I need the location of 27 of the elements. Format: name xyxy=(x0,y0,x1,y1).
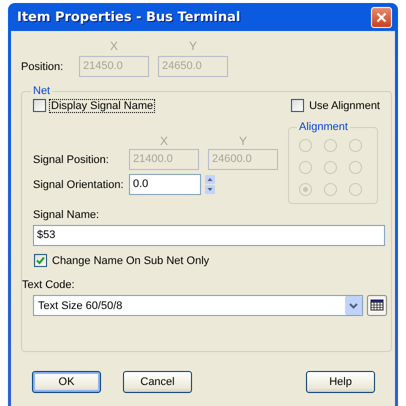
column-header: X xyxy=(108,39,119,53)
field-label: Signal Name: xyxy=(33,209,100,221)
checkbox-label: Change Name On Sub Net Only xyxy=(51,254,210,266)
window-title: Item Properties - Bus Terminal xyxy=(17,10,240,24)
column-header: Y xyxy=(238,134,248,148)
orientation-field[interactable]: 0.0 xyxy=(129,174,201,195)
close-icon[interactable] xyxy=(371,6,392,28)
group-title: Alignment xyxy=(298,121,349,133)
field-label: Signal Position: xyxy=(33,154,110,166)
field-label: Position: xyxy=(21,60,64,72)
checkbox[interactable] xyxy=(34,254,47,267)
dialog-button[interactable]: Cancel xyxy=(123,371,192,393)
checkbox[interactable] xyxy=(33,99,46,112)
table-icon[interactable] xyxy=(367,295,387,316)
checkbox[interactable] xyxy=(291,99,304,112)
spinner-icon[interactable] xyxy=(205,175,215,194)
checkbox-label: Use Alignment xyxy=(308,100,381,112)
signal-name-field[interactable]: $53 xyxy=(33,225,385,246)
dialog-button[interactable]: OK xyxy=(32,371,101,393)
field-label: Signal Orientation: xyxy=(33,178,124,190)
dialog-button[interactable]: Help xyxy=(306,371,375,393)
checkbox-label: Display Signal Name xyxy=(50,100,154,112)
field-label: Text Code: xyxy=(22,279,75,291)
column-header: X xyxy=(158,134,169,148)
text-code-dropdown[interactable]: Text Size 60/50/8 xyxy=(33,295,363,316)
group-title: Net xyxy=(32,85,52,97)
column-header: Y xyxy=(188,39,198,53)
